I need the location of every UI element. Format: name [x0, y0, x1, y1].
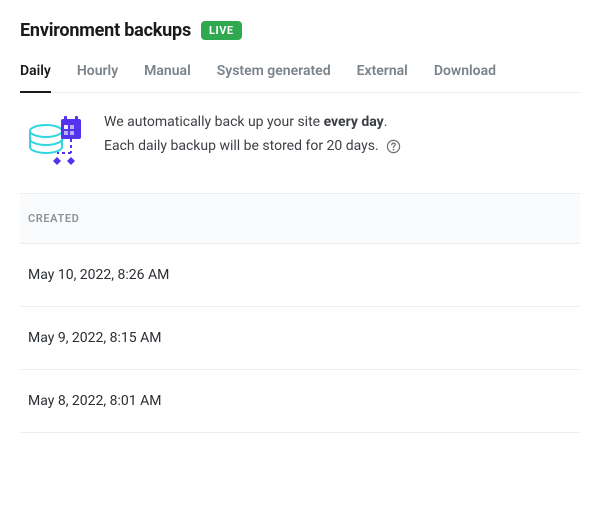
page-header: Environment backups LIVE	[20, 20, 580, 41]
tab-external[interactable]: External	[357, 63, 408, 93]
info-banner: We automatically back up your site every…	[20, 93, 580, 193]
env-live-badge: LIVE	[201, 21, 242, 40]
column-header-created: CREATED	[20, 193, 580, 244]
page-title: Environment backups	[20, 20, 191, 41]
tab-system-generated[interactable]: System generated	[217, 63, 331, 93]
tab-daily[interactable]: Daily	[20, 63, 51, 93]
help-icon[interactable]	[386, 139, 401, 154]
backup-tabs: Daily Hourly Manual System generated Ext…	[20, 63, 580, 93]
info-line2: Each daily backup will be stored for 20 …	[104, 138, 379, 154]
tab-manual[interactable]: Manual	[144, 63, 191, 93]
backup-row[interactable]: May 8, 2022, 8:01 AM	[20, 370, 580, 433]
tab-hourly[interactable]: Hourly	[77, 63, 118, 93]
info-line1-post: .	[384, 114, 388, 130]
backup-illustration-icon	[28, 113, 84, 169]
info-text: We automatically back up your site every…	[104, 111, 401, 159]
tab-download[interactable]: Download	[434, 63, 496, 93]
backup-row[interactable]: May 9, 2022, 8:15 AM	[20, 307, 580, 370]
info-line1-pre: We automatically back up your site	[104, 114, 324, 130]
backup-row[interactable]: May 10, 2022, 8:26 AM	[20, 244, 580, 307]
info-line1-bold: every day	[324, 114, 384, 130]
